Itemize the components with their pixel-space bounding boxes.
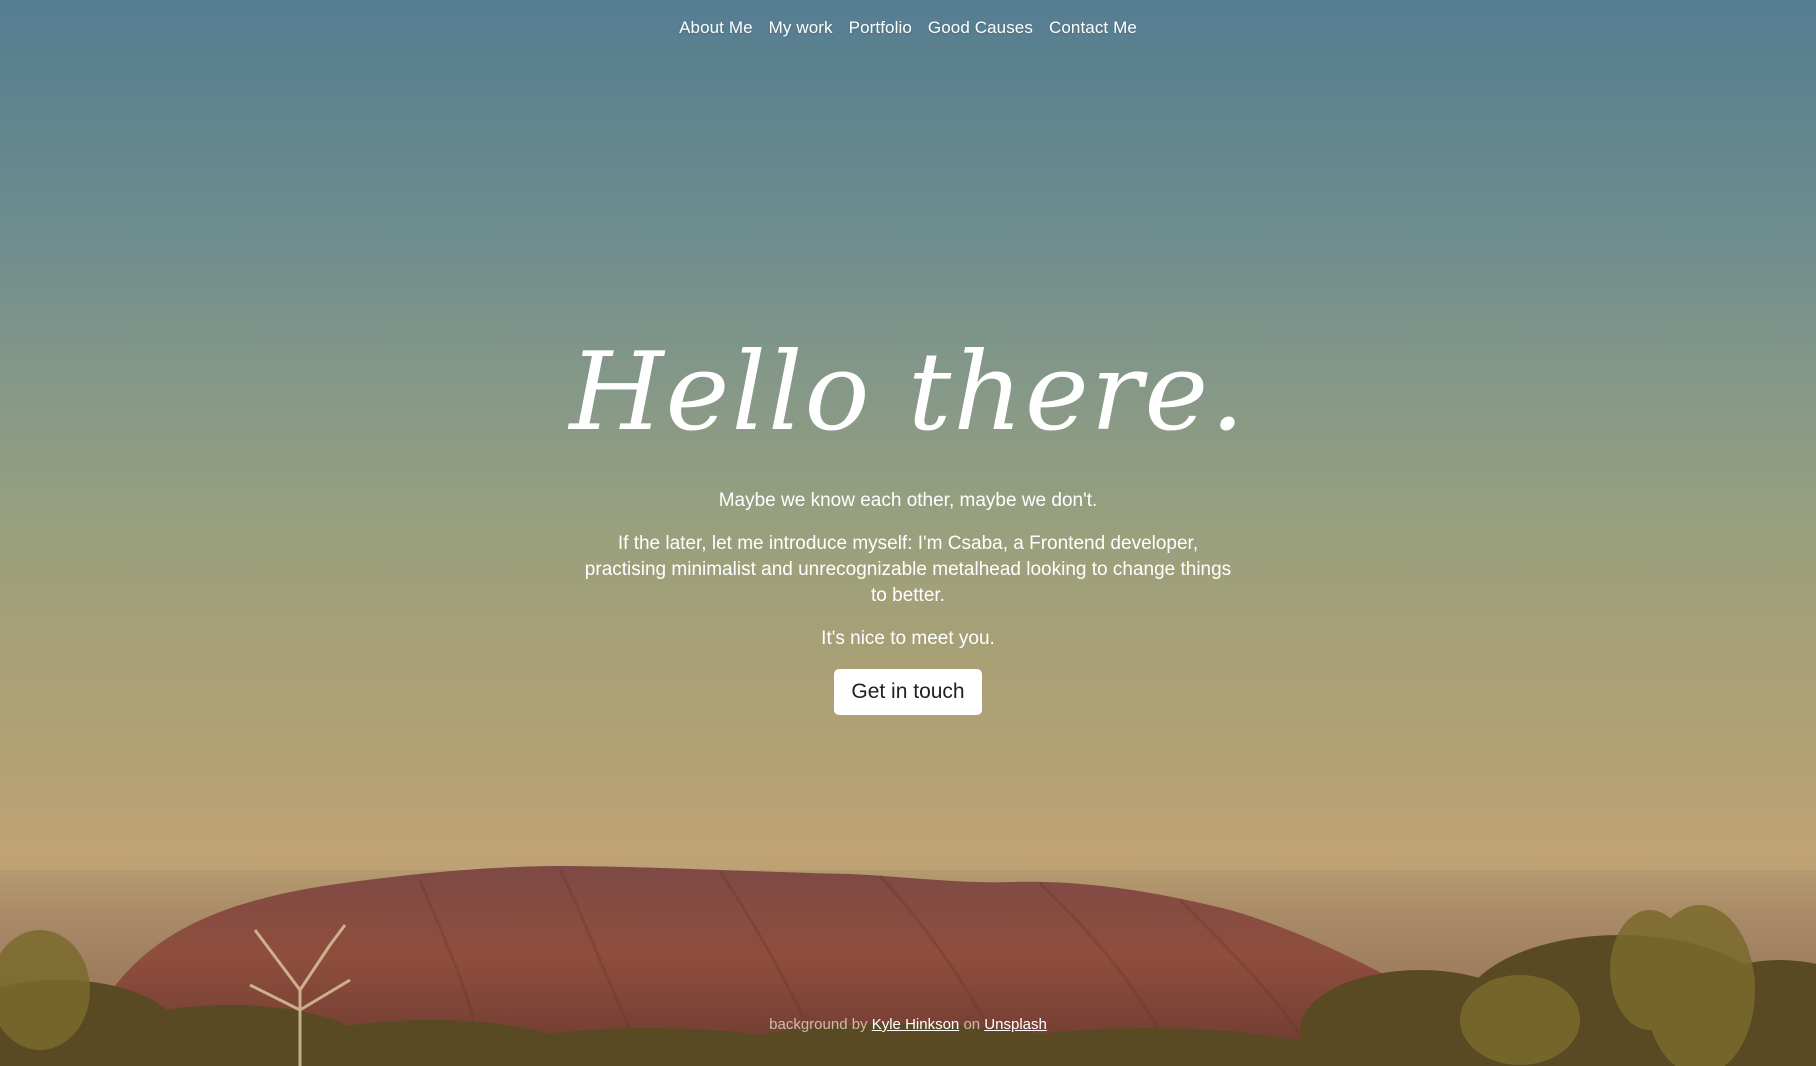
hero-section: Hello there. Maybe we know each other, m… [0, 328, 1816, 715]
hero-paragraph-introduction: If the later, let me introduce myself: I… [584, 533, 1232, 606]
nav-my-work[interactable]: My work [769, 18, 833, 38]
background-credit: background by Kyle Hinkson on Unsplash [0, 1016, 1816, 1033]
get-in-touch-button[interactable]: Get in touch [834, 669, 982, 715]
nav-portfolio[interactable]: Portfolio [849, 18, 912, 38]
credit-source-link[interactable]: Unsplash [984, 1016, 1047, 1033]
hero-title: Hello there. [569, 330, 1247, 455]
hero-paragraph-greeting: Maybe we know each other, maybe we don't… [718, 490, 1098, 511]
hero-paragraph-nice-to-meet: It's nice to meet you. [821, 628, 995, 649]
hero-intro: Maybe we know each other, maybe we don't… [578, 488, 1238, 652]
credit-author-link[interactable]: Kyle Hinkson [872, 1016, 960, 1033]
credit-middle: on [963, 1016, 981, 1033]
nav-contact-me[interactable]: Contact Me [1049, 18, 1137, 38]
main-nav: About Me My work Portfolio Good Causes C… [0, 18, 1816, 38]
nav-about-me[interactable]: About Me [679, 18, 753, 38]
nav-good-causes[interactable]: Good Causes [928, 18, 1033, 38]
credit-prefix: background by [769, 1016, 868, 1033]
